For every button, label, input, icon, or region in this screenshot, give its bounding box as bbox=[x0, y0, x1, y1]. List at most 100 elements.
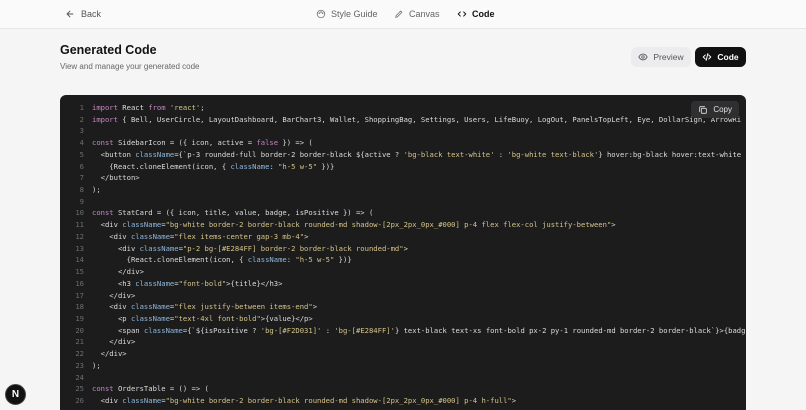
code-line: 13 <div className="p-2 bg-[#E284FF] bord… bbox=[60, 243, 746, 255]
line-content: ); bbox=[92, 185, 101, 195]
code-line: 16 <h3 className="font-bold">{title}</h3… bbox=[60, 278, 746, 290]
line-number: 25 bbox=[75, 384, 84, 394]
copy-button[interactable]: Copy bbox=[691, 101, 739, 118]
line-content: </div> bbox=[92, 267, 144, 277]
code-line: 3 bbox=[60, 125, 746, 137]
line-content: <p className="text-4xl font-bold">{value… bbox=[92, 313, 313, 323]
line-number: 1 bbox=[79, 103, 84, 112]
line-content: const StatCard = ({ icon, title, value, … bbox=[92, 208, 374, 218]
back-button[interactable]: Back bbox=[65, 6, 101, 22]
line-content: <span className={`${isPositive ? 'bg-[#F… bbox=[92, 325, 746, 335]
line-content: <div className="bg-white border-2 border… bbox=[92, 395, 517, 405]
code-button[interactable]: Code bbox=[695, 47, 746, 67]
line-content: <div className="flex justify-between ite… bbox=[92, 302, 318, 312]
line-number: 8 bbox=[79, 185, 84, 195]
line-number: 18 bbox=[75, 302, 84, 312]
code-line: 1 import React from 'react'; bbox=[60, 102, 746, 114]
line-number: 20 bbox=[75, 325, 84, 335]
eye-icon bbox=[638, 53, 649, 61]
code-line: 6 {React.cloneElement(icon, { className:… bbox=[60, 161, 746, 173]
tab-style-guide[interactable]: Style Guide bbox=[316, 6, 378, 22]
page-subtitle: View and manage your generated code bbox=[60, 62, 200, 71]
avatar[interactable]: N bbox=[5, 384, 26, 405]
line-number: 19 bbox=[75, 313, 84, 323]
line-number: 2 bbox=[79, 114, 84, 124]
arrow-left-icon bbox=[66, 10, 74, 18]
tab-canvas[interactable]: Canvas bbox=[394, 6, 440, 22]
code-line: 26 <div className="bg-white border-2 bor… bbox=[60, 395, 746, 407]
preview-button[interactable]: Preview bbox=[631, 47, 691, 67]
back-label: Back bbox=[81, 9, 102, 19]
line-content: </button> bbox=[92, 173, 140, 183]
line-number: 22 bbox=[75, 349, 84, 359]
code-label: Code bbox=[717, 52, 739, 62]
line-content: <div className="bg-white border-2 border… bbox=[92, 220, 616, 230]
line-number: 15 bbox=[75, 267, 84, 277]
code-line: 24 bbox=[60, 372, 746, 384]
page-title: Generated Code bbox=[60, 43, 157, 57]
line-content: <div className="p-2 bg-[#E284FF] border-… bbox=[92, 243, 408, 253]
code-line: 25 const OrdersTable = () => ( bbox=[60, 383, 746, 395]
preview-label: Preview bbox=[653, 52, 684, 62]
code-line: 10 const StatCard = ({ icon, title, value… bbox=[60, 207, 746, 219]
palette-icon bbox=[316, 9, 326, 19]
line-content: </div> bbox=[92, 349, 127, 359]
code-line: 12 <div className="flex items-center gap… bbox=[60, 231, 746, 243]
line-content: <div className="flex items-center gap-3 … bbox=[92, 231, 309, 241]
code-line: 18 <div className="flex justify-between … bbox=[60, 301, 746, 313]
line-content: {React.cloneElement(icon, { className: "… bbox=[92, 255, 352, 265]
line-content: import { Bell, UserCircle, LayoutDashboa… bbox=[92, 114, 742, 124]
code-line: 14 {React.cloneElement(icon, { className… bbox=[60, 254, 746, 266]
code-line: 17 </div> bbox=[60, 290, 746, 302]
line-content: <button className={`p-3 rounded-full bor… bbox=[92, 149, 742, 159]
line-number: 14 bbox=[75, 255, 84, 265]
line-number: 9 bbox=[79, 196, 84, 206]
line-number: 17 bbox=[75, 290, 84, 300]
line-number: 13 bbox=[75, 243, 84, 253]
line-number: 16 bbox=[75, 278, 84, 288]
line-number: 10 bbox=[75, 208, 84, 218]
tab-code-label: Code bbox=[472, 9, 495, 19]
code-line: 21 </div> bbox=[60, 336, 746, 348]
line-content: </div> bbox=[92, 337, 136, 347]
tab-canvas-label: Canvas bbox=[409, 9, 440, 19]
code-line: 4 const SidebarIcon = ({ icon, active = f… bbox=[60, 137, 746, 149]
line-content: <h3 className="font-bold">{title}</h3> bbox=[92, 278, 283, 288]
code-line: 23); bbox=[60, 360, 746, 372]
line-content: const OrdersTable = () => ( bbox=[92, 384, 209, 394]
line-number: 24 bbox=[75, 372, 84, 382]
copy-label: Copy bbox=[713, 105, 732, 114]
code-icon bbox=[703, 53, 712, 61]
top-bar: Back Style Guide Canvas Code bbox=[0, 0, 806, 29]
line-content: const SidebarIcon = ({ icon, active = fa… bbox=[92, 138, 313, 148]
line-number: 26 bbox=[75, 395, 84, 405]
code-line: 5 <button className={`p-3 rounded-full b… bbox=[60, 149, 746, 161]
line-number: 3 bbox=[79, 126, 84, 136]
code-panel[interactable]: Copy 1 import React from 'react'; 2 import … bbox=[60, 95, 746, 410]
code-line: 8); bbox=[60, 184, 746, 196]
line-content: {React.cloneElement(icon, { className: "… bbox=[92, 161, 335, 171]
line-number: 12 bbox=[75, 231, 84, 241]
code-line: 20 <span className={`${isPositive ? 'bg-… bbox=[60, 325, 746, 337]
pen-icon bbox=[395, 10, 403, 18]
line-content: </div> bbox=[92, 290, 136, 300]
code-icon bbox=[457, 11, 467, 17]
code-line: 11 <div className="bg-white border-2 bor… bbox=[60, 219, 746, 231]
code-line: 15 </div> bbox=[60, 266, 746, 278]
code-line: 19 <p className="text-4xl font-bold">{va… bbox=[60, 313, 746, 325]
copy-icon bbox=[699, 105, 708, 114]
line-number: 6 bbox=[79, 161, 84, 171]
code-line: 7 </button> bbox=[60, 172, 746, 184]
line-number: 7 bbox=[79, 173, 84, 183]
code-line: 9 bbox=[60, 196, 746, 208]
line-number: 11 bbox=[75, 220, 84, 230]
line-content: import React from 'react'; bbox=[92, 103, 205, 112]
line-number: 5 bbox=[79, 149, 84, 159]
tab-code[interactable]: Code bbox=[457, 6, 495, 22]
code-lines: 1 import React from 'react'; 2 import { Bel… bbox=[60, 102, 746, 407]
code-line: 22 </div> bbox=[60, 348, 746, 360]
code-line: 2 import { Bell, UserCircle, LayoutDashbo… bbox=[60, 114, 746, 126]
line-content: ); bbox=[92, 360, 101, 370]
line-number: 23 bbox=[75, 360, 84, 370]
line-number: 4 bbox=[79, 138, 84, 148]
